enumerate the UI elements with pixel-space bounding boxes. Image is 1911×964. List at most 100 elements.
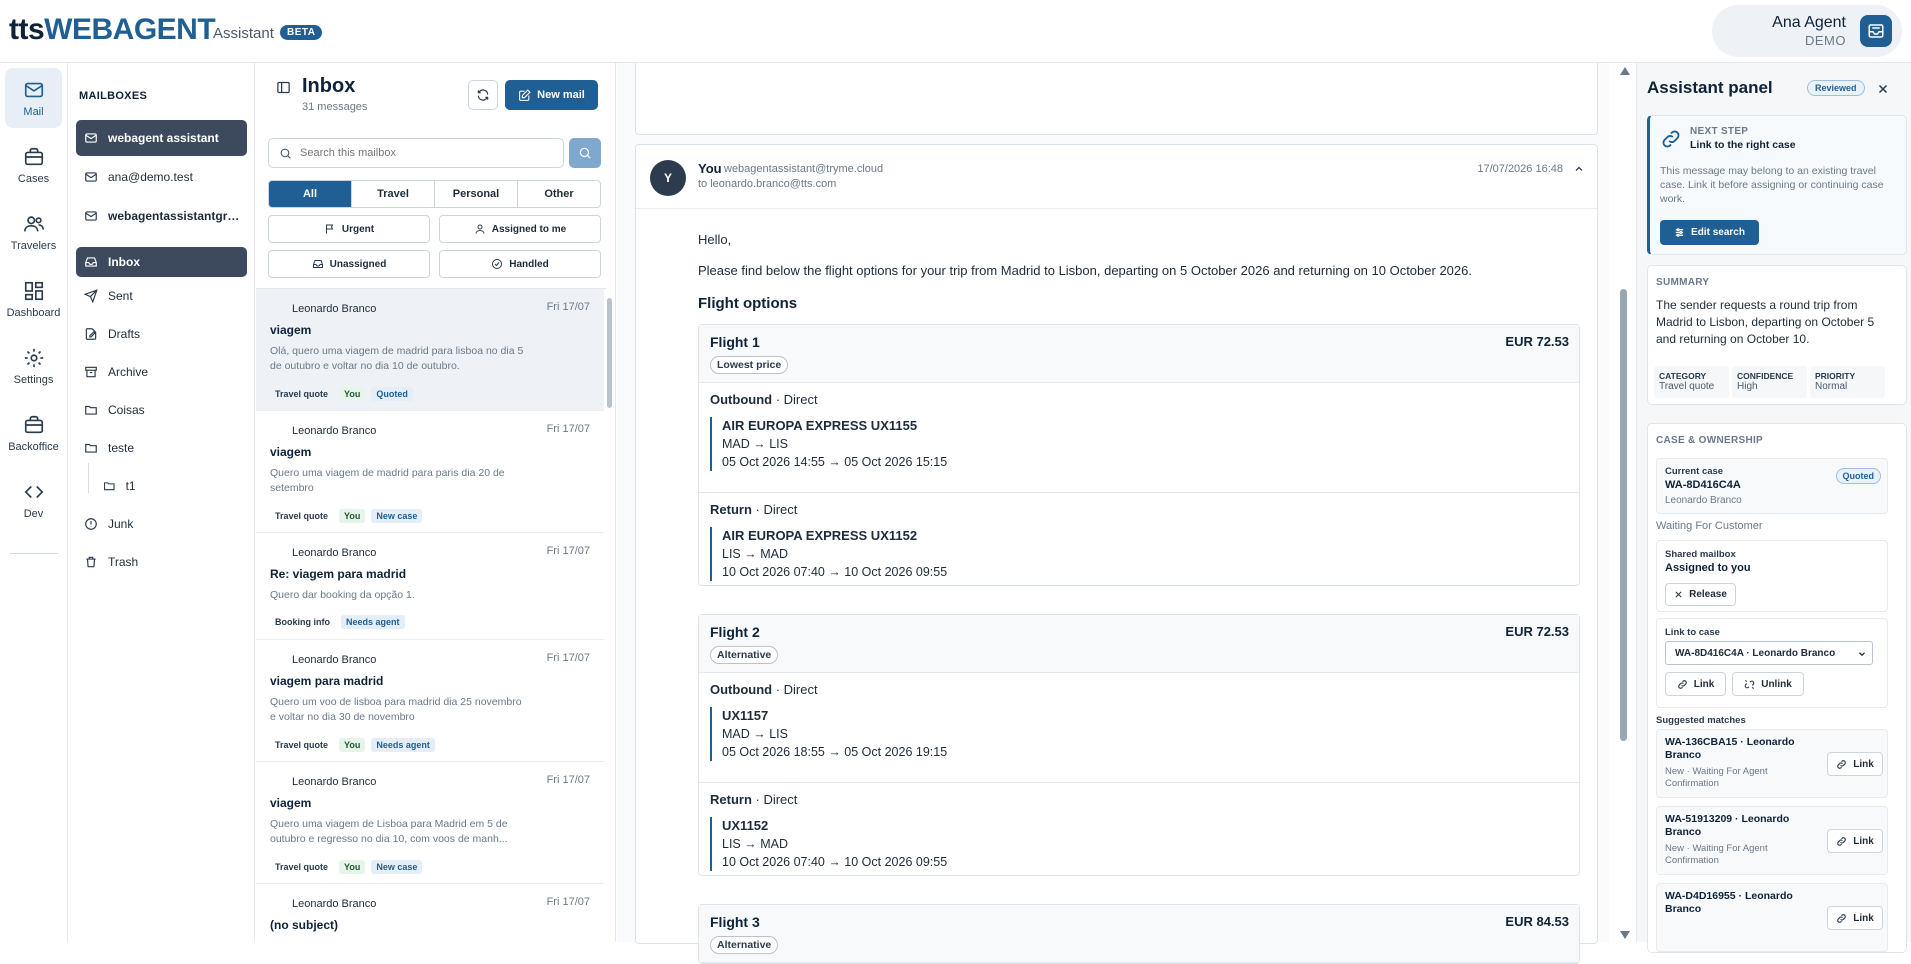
sidebar-toggle-icon[interactable] (276, 80, 291, 95)
unlink-button[interactable]: Unlink (1732, 672, 1804, 696)
scrollbar-thumb[interactable] (1620, 289, 1627, 741)
message-tag: Travel quote (275, 389, 329, 399)
link-button[interactable]: Link (1665, 672, 1726, 696)
new-mail-button[interactable]: New mail (505, 80, 598, 110)
user-menu[interactable]: Ana Agent DEMO (1712, 5, 1902, 57)
list-item[interactable]: Leonardo Branco Fri 17/07 viagem Olá, qu… (256, 289, 604, 411)
tab-travel[interactable]: Travel (352, 181, 435, 207)
list-item[interactable]: Leonardo Branco Fri 17/07 viagem Quero u… (256, 762, 604, 884)
return-leg: Return · Direct UX1152 LIS → MAD 10 Oct … (699, 783, 1579, 875)
edit-search-label: Edit search (1691, 227, 1745, 238)
message-list-scrollbar[interactable] (607, 290, 612, 940)
nav-mail[interactable]: Mail (5, 68, 62, 128)
message-subject: (no subject) (270, 918, 338, 932)
message-preview: Olá, quero uma viagem de madrid para lis… (270, 345, 524, 372)
suggestion-status: New · Waiting For Agent Confirmation (1665, 766, 1768, 789)
suggestion-status: New · Waiting For Agent Confirmation (1665, 843, 1768, 866)
app-logo[interactable]: ttsWEBAGENT (9, 11, 216, 49)
suggestion-link-button[interactable]: Link (1827, 829, 1883, 853)
next-step-caption: NEXT STEP (1690, 126, 1749, 137)
list-item[interactable]: Leonardo Branco Fri 17/07 (no subject) (256, 884, 604, 942)
sender-name: You (698, 161, 722, 176)
folder-inbox[interactable]: Inbox (76, 247, 247, 277)
nav-backoffice[interactable]: Backoffice (5, 403, 62, 463)
folder-label: Archive (108, 365, 149, 379)
flight-title: Flight 2 (710, 624, 760, 640)
nav-dev[interactable]: Dev (5, 470, 62, 530)
route: MAD → LIS (722, 437, 788, 451)
close-icon[interactable] (1877, 83, 1889, 95)
search-button[interactable] (569, 138, 601, 168)
folder-label: t1 (125, 479, 136, 493)
beta-badge: BETA (280, 25, 323, 40)
folder-t1[interactable]: t1 (95, 471, 247, 501)
inbox-title: Inbox (302, 75, 356, 97)
leg-label: Return (710, 502, 752, 517)
list-item[interactable]: Leonardo Branco Fri 17/07 Re: viagem par… (256, 533, 604, 640)
scroll-up-arrow-icon[interactable] (1620, 67, 1630, 75)
tab-other[interactable]: Other (518, 181, 600, 207)
nav-settings[interactable]: Settings (5, 336, 62, 396)
folder-teste[interactable]: teste (76, 433, 247, 463)
confidence-value: High (1737, 381, 1758, 392)
shared-mailbox-label: Shared mailbox (1665, 549, 1736, 560)
suggestion-link-button[interactable]: Link (1827, 752, 1883, 776)
carrier: UX1152 (722, 818, 769, 833)
folder-junk[interactable]: Junk (76, 509, 247, 539)
suggestion-title: WA-51913209 · Leonardo Branco (1665, 813, 1790, 838)
link-icon (1837, 836, 1847, 846)
current-case-box: Current case WA-8D416C4A Leonardo Branco… (1656, 458, 1888, 514)
case-select[interactable]: WA-8D416C4A · Leonardo Branco (1665, 641, 1873, 665)
list-item[interactable]: Leonardo Branco Fri 17/07 viagem Quero u… (256, 411, 604, 533)
carrier: UX1157 (722, 708, 769, 723)
mailbox-webagentassistantgroup[interactable]: webagentassistantgro... (76, 198, 247, 234)
filter-label: Unassigned (329, 258, 387, 270)
sliders-icon (1675, 228, 1684, 237)
chevron-up-icon[interactable] (1573, 163, 1585, 175)
nav-dashboard[interactable]: Dashboard (5, 269, 62, 329)
filter-urgent[interactable]: Urgent (268, 215, 430, 243)
message-date: Fri 17/07 (546, 652, 590, 664)
case-status-badge: Quoted (1835, 468, 1881, 484)
reader-scrollbar[interactable] (1618, 63, 1628, 942)
route: LIS → MAD (722, 837, 788, 851)
nav-dev-label: Dev (23, 507, 44, 520)
filter-handled[interactable]: Handled (439, 250, 601, 278)
folder-archive[interactable]: Archive (76, 357, 247, 387)
folder-drafts[interactable]: Drafts (76, 319, 247, 349)
tab-all[interactable]: All (269, 181, 352, 207)
folder-trash[interactable]: Trash (76, 547, 247, 577)
mail-icon (24, 82, 43, 97)
refresh-button[interactable] (468, 80, 498, 110)
link-label: Link (1853, 835, 1874, 847)
mailbox-ana-demo[interactable]: ana@demo.test (76, 159, 247, 195)
mailbox-webagent-assistant[interactable]: webagent assistant (76, 120, 247, 156)
nav-backoffice-label: Backoffice (8, 440, 59, 453)
gear-icon (24, 348, 43, 367)
nav-travelers-label: Travelers (10, 239, 57, 252)
release-button[interactable]: Release (1665, 583, 1736, 606)
link-icon (1677, 679, 1687, 689)
folder-sent[interactable]: Sent (76, 281, 247, 311)
edit-search-button[interactable]: Edit search (1660, 220, 1759, 245)
message-subject: viagem para madrid (270, 674, 384, 688)
filter-assigned-to-me[interactable]: Assigned to me (439, 215, 601, 243)
carrier: AIR EUROPA EXPRESS UX1152 (722, 528, 918, 543)
message-preview: Quero uma viagem de Lisboa para Madrid e… (270, 818, 508, 845)
scroll-down-arrow-icon[interactable] (1620, 931, 1630, 939)
suggestion-link-button[interactable]: Link (1827, 906, 1883, 930)
message-tag: Quoted (371, 387, 413, 401)
category-value: Travel quote (1659, 381, 1715, 392)
next-step-card: NEXT STEP Link to the right case This me… (1647, 115, 1907, 255)
folder-coisas[interactable]: Coisas (76, 395, 247, 425)
dashboard-icon (24, 281, 43, 300)
nav-cases[interactable]: Cases (5, 135, 62, 195)
tab-personal[interactable]: Personal (435, 181, 518, 207)
list-item[interactable]: Leonardo Branco Fri 17/07 viagem para ma… (256, 640, 604, 762)
scrollbar-thumb[interactable] (607, 298, 612, 408)
times: 10 Oct 2026 07:40 → 10 Oct 2026 09:55 (722, 565, 948, 579)
search-input[interactable] (300, 147, 550, 159)
filter-unassigned[interactable]: Unassigned (268, 250, 430, 278)
top-bar: ttsWEBAGENT Assistant BETA Ana Agent DEM… (0, 0, 1911, 63)
nav-travelers[interactable]: Travelers (5, 202, 62, 262)
